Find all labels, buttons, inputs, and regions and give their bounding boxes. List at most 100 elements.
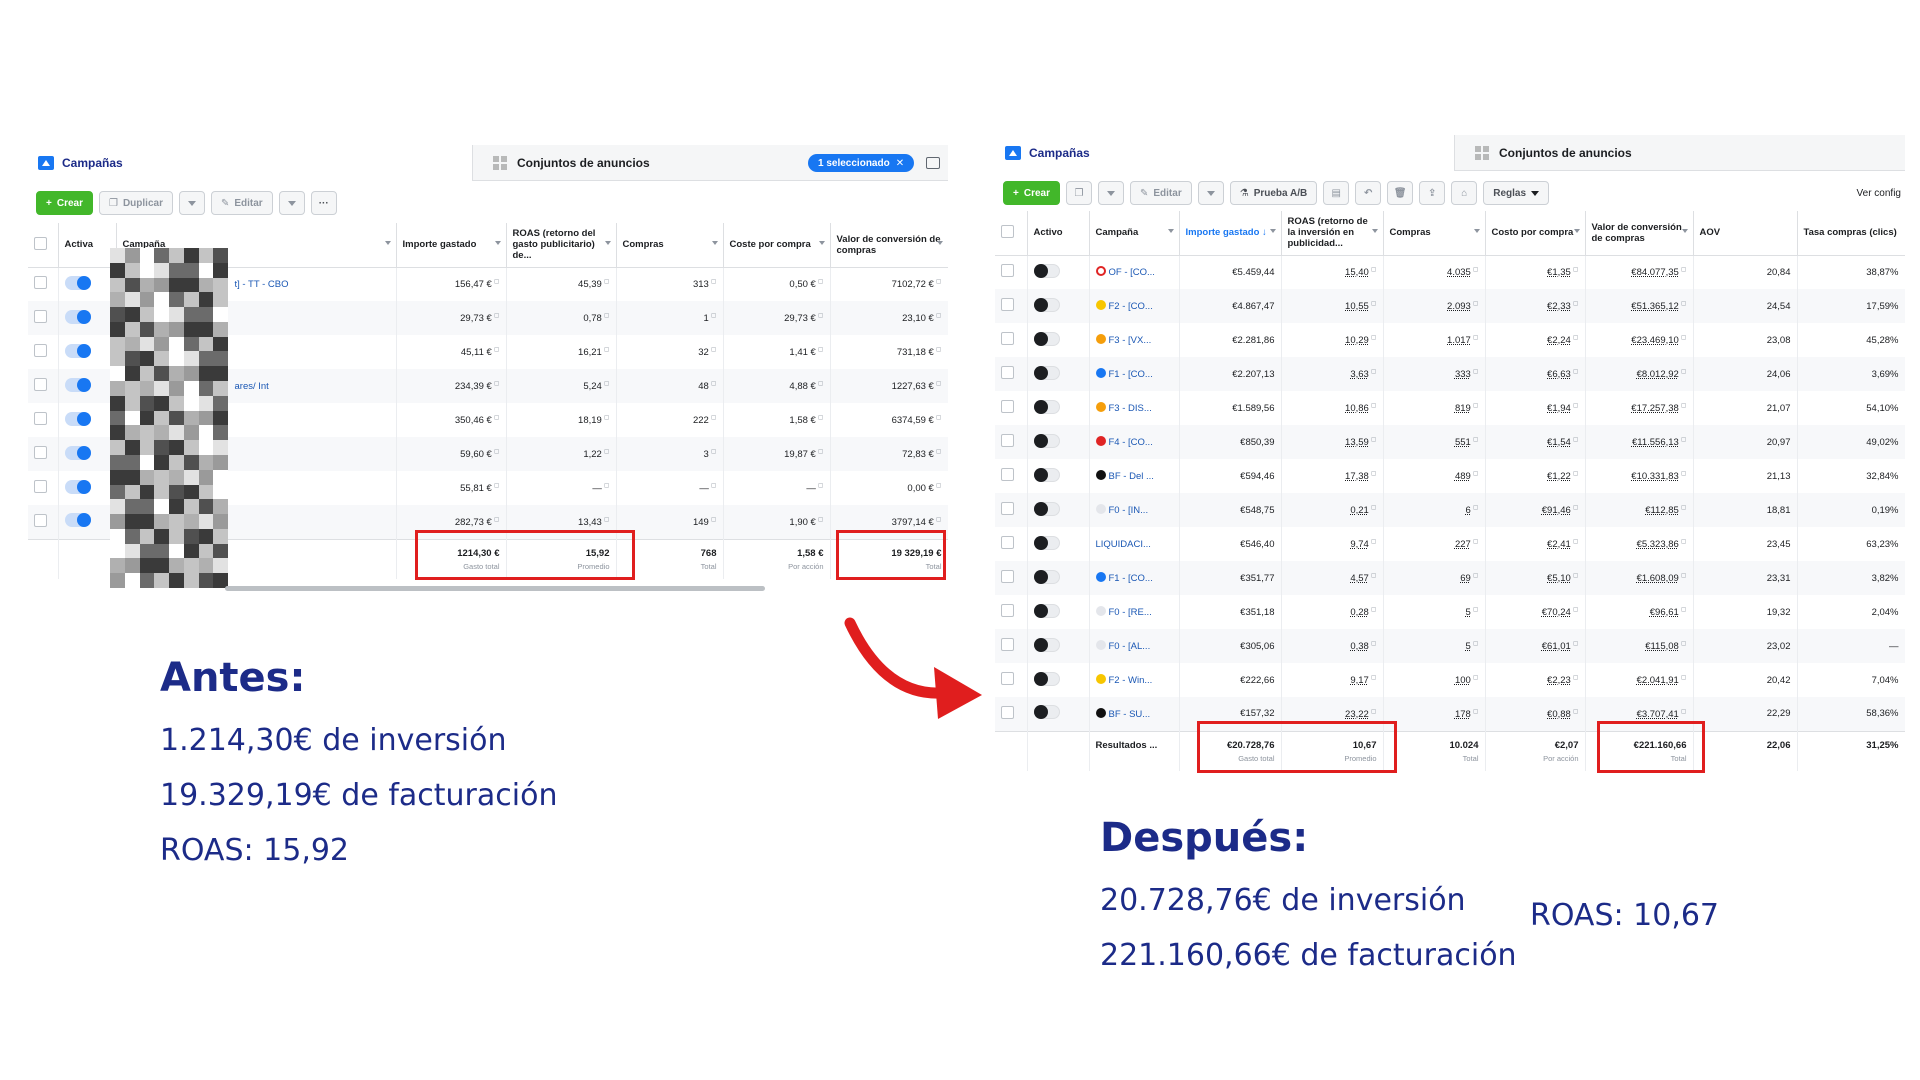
table-row[interactable]: F0 - [RE... €351,18 0,28 ▢ 5 ▢ €70,24 ▢ €96,61 ▢ 1… (995, 595, 1905, 629)
view-config-link[interactable]: Ver config (1857, 188, 1901, 199)
column-header-conversion-value[interactable]: Valor de conversión de compras (830, 223, 948, 268)
campaign-name-cell[interactable]: F4 - [CO... (1089, 425, 1180, 459)
delete-button[interactable]: 🗑 (1387, 181, 1414, 205)
row-select-cell[interactable] (995, 561, 1028, 595)
column-header-roas[interactable]: ROAS (retorno de la inversión en publici… (1281, 211, 1384, 256)
active-toggle[interactable] (1033, 637, 1060, 652)
column-header-purchases[interactable]: Compras (1383, 211, 1486, 256)
table-row[interactable]: BF - Del ... €594,46 17,38 ▢ 489 ▢ €1,22 ▢ €10.3… (995, 459, 1905, 493)
active-toggle[interactable] (64, 275, 91, 290)
campaign-name-link[interactable]: OF - [CO... (1109, 267, 1155, 278)
column-header-campaign[interactable]: Campaña (1089, 211, 1180, 256)
row-checkbox[interactable] (1001, 705, 1014, 719)
row-toggle-cell[interactable] (58, 403, 117, 437)
campaign-name-link[interactable]: t] - TT - CBO (235, 279, 289, 290)
table-row[interactable]: F2 - [CO... €4.867,47 10,55 ▢ 2.093 ▢ €2,33 ▢ €5… (995, 289, 1905, 323)
row-toggle-cell[interactable] (1027, 391, 1090, 425)
row-select-cell[interactable] (28, 403, 59, 437)
row-toggle-cell[interactable] (1027, 357, 1090, 391)
row-checkbox[interactable] (1001, 502, 1014, 515)
row-select-cell[interactable] (995, 629, 1028, 663)
row-toggle-cell[interactable] (58, 437, 117, 471)
column-header-roas[interactable]: ROAS (retorno del gasto publicitario) de… (506, 223, 617, 268)
campaign-name-link[interactable]: ares/ Int (235, 381, 269, 392)
campaign-name-cell[interactable]: BF - Del ... (1089, 459, 1180, 493)
row-checkbox[interactable] (1001, 400, 1014, 413)
column-header-cost-per-purchase[interactable]: Costo por compra (1485, 211, 1586, 256)
horizontal-scrollbar[interactable] (225, 586, 765, 591)
active-toggle[interactable] (64, 343, 91, 358)
active-toggle[interactable] (64, 309, 91, 324)
campaign-name-cell[interactable]: F1 - [CO... (1089, 561, 1180, 595)
row-select-cell[interactable] (995, 493, 1028, 527)
active-toggle[interactable] (64, 445, 91, 460)
table-row[interactable]: F1 - [CO... €2.207,13 3,63 ▢ 333 ▢ €6,63 ▢ €8.01… (995, 357, 1905, 391)
row-select-cell[interactable] (995, 527, 1028, 561)
edit-button[interactable]: ✎ Editar (210, 191, 273, 215)
row-checkbox[interactable] (34, 513, 47, 527)
tag-button[interactable]: ⌂ (1451, 181, 1478, 205)
select-all-checkbox[interactable] (1001, 224, 1014, 238)
row-select-cell[interactable] (28, 267, 59, 301)
row-select-cell[interactable] (995, 323, 1028, 357)
table-row[interactable]: F1 - [CO... €351,77 4,57 ▢ 69 ▢ €5,10 ▢ €1.608,0… (995, 561, 1905, 595)
campaign-name-cell[interactable]: BF - SU... (1089, 697, 1180, 731)
campaign-name-cell[interactable]: F3 - [VX... (1089, 323, 1180, 357)
select-all-header[interactable] (28, 223, 59, 268)
tab-campaigns[interactable]: Campañas (28, 145, 473, 181)
row-toggle-cell[interactable] (1027, 459, 1090, 493)
panel-toggle-icon[interactable] (926, 157, 940, 169)
row-toggle-cell[interactable] (1027, 629, 1090, 663)
row-select-cell[interactable] (995, 459, 1028, 493)
table-row[interactable]: BF - SU... €157,32 23,22 ▢ 178 ▢ €0,88 ▢ €3.707,… (995, 697, 1905, 731)
row-toggle-cell[interactable] (58, 505, 117, 539)
active-toggle[interactable] (1033, 501, 1060, 516)
export-button[interactable]: ⇪ (1419, 181, 1446, 205)
clipboard-button[interactable]: ▤ (1323, 181, 1350, 205)
row-checkbox[interactable] (34, 310, 47, 323)
campaign-name-link[interactable]: BF - Del ... (1109, 471, 1154, 482)
campaign-name-link[interactable]: F0 - [AL... (1109, 641, 1151, 652)
active-toggle[interactable] (1033, 603, 1060, 618)
edit-button[interactable]: ✎ Editar (1129, 181, 1192, 205)
duplicate-dropdown-button[interactable] (178, 191, 205, 215)
row-select-cell[interactable] (28, 437, 59, 471)
campaign-name-link[interactable]: F2 - [CO... (1109, 301, 1153, 312)
row-select-cell[interactable] (28, 335, 59, 369)
row-toggle-cell[interactable] (58, 471, 117, 505)
create-button[interactable]: + Crear (36, 191, 93, 215)
column-header-spend[interactable]: Importe gastado (396, 223, 507, 268)
campaign-name-cell[interactable]: F0 - [IN... (1089, 493, 1180, 527)
column-header-purchase-rate[interactable]: Tasa compras (clics) (1797, 211, 1905, 256)
active-toggle[interactable] (1033, 365, 1060, 380)
row-checkbox[interactable] (1001, 366, 1014, 379)
active-toggle[interactable] (1033, 297, 1060, 312)
table-row[interactable]: F4 - [CO... €850,39 13,59 ▢ 551 ▢ €1,54 ▢ €11.55… (995, 425, 1905, 459)
column-header-purchases[interactable]: Compras (616, 223, 724, 268)
more-button[interactable]: ··· (310, 191, 337, 215)
row-select-cell[interactable] (28, 505, 59, 539)
select-all-header[interactable] (995, 211, 1028, 256)
row-toggle-cell[interactable] (1027, 323, 1090, 357)
row-select-cell[interactable] (28, 369, 59, 403)
row-select-cell[interactable] (995, 391, 1028, 425)
campaign-name-link[interactable]: BF - SU... (1109, 709, 1151, 720)
row-select-cell[interactable] (995, 663, 1028, 697)
row-checkbox[interactable] (34, 446, 47, 459)
campaign-name-link[interactable]: F3 - DIS... (1109, 403, 1152, 414)
tab-ad-sets[interactable]: Conjuntos de anuncios (1465, 135, 1895, 171)
active-toggle[interactable] (1033, 671, 1060, 686)
campaign-name-cell[interactable]: LIQUIDACI... (1089, 527, 1180, 561)
ab-test-button[interactable]: ⚗ Prueba A/B (1229, 181, 1318, 205)
active-toggle[interactable] (64, 411, 91, 426)
column-header-spend[interactable]: Importe gastado ↓ (1179, 211, 1282, 256)
row-select-cell[interactable] (995, 425, 1028, 459)
row-select-cell[interactable] (995, 289, 1028, 323)
table-row[interactable]: LIQUIDACI... €546,40 9,74 ▢ 227 ▢ €2,41 ▢ €5.323… (995, 527, 1905, 561)
edit-dropdown-button[interactable] (1197, 181, 1224, 205)
column-header-conversion-value[interactable]: Valor de conversión de compras (1585, 211, 1694, 256)
active-toggle[interactable] (1033, 399, 1060, 414)
campaign-name-link[interactable]: F1 - [CO... (1109, 369, 1153, 380)
campaign-name-cell[interactable]: F1 - [CO... (1089, 357, 1180, 391)
campaign-name-link[interactable]: F2 - Win... (1109, 675, 1153, 686)
